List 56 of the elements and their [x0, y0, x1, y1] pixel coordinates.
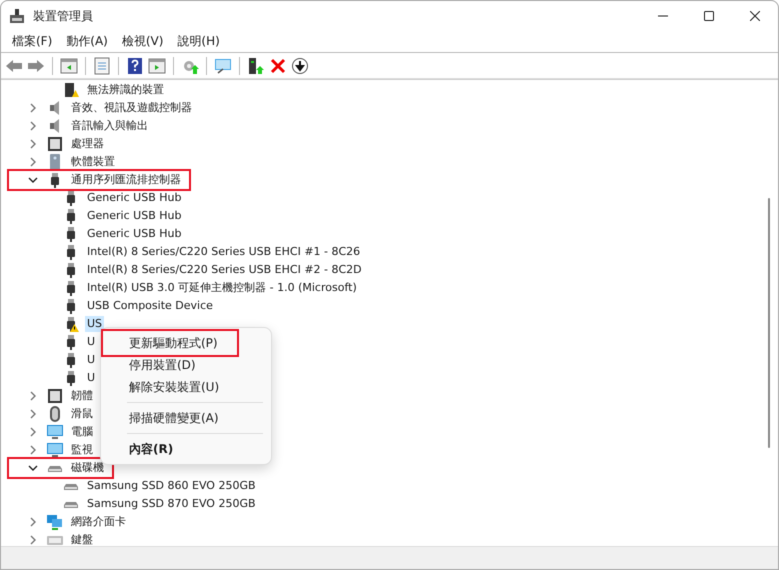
scrollbar[interactable] — [768, 198, 770, 448]
warning-device-icon — [63, 82, 79, 98]
tree-item[interactable]: 韌體 — [69, 388, 95, 404]
tree-item[interactable]: 軟體裝置 — [69, 154, 117, 170]
maximize-icon[interactable] — [704, 11, 714, 21]
tree-item[interactable]: Samsung SSD 870 EVO 250GB — [85, 496, 258, 512]
device-icon — [47, 154, 63, 170]
menu-item[interactable]: 檔案(F) — [5, 33, 60, 50]
tree-item[interactable]: 滑鼠 — [69, 406, 95, 422]
tree-item[interactable]: Intel(R) USB 3.0 可延伸主機控制器 - 1.0 (Microsoft) — [85, 280, 359, 296]
tree-item[interactable]: US — [85, 316, 104, 332]
tree-item[interactable]: Generic USB Hub — [85, 208, 184, 224]
tree-item[interactable]: Intel(R) 8 Series/C220 Series USB EHCI #1 - 8C26 — [85, 244, 362, 260]
menu-item[interactable]: 動作(A) — [59, 33, 115, 50]
tree-item[interactable]: 音訊輸入與輸出 — [69, 118, 150, 134]
tree-item[interactable]: Samsung SSD 860 EVO 250GB — [85, 478, 258, 494]
device-update-icon[interactable] — [247, 56, 265, 74]
menu-item[interactable]: 內容(R) — [129, 440, 174, 458]
device-icon — [47, 388, 63, 404]
device-icon — [47, 442, 63, 458]
tree-item[interactable]: 處理器 — [69, 136, 106, 152]
tree-item[interactable]: Generic USB Hub — [85, 190, 184, 206]
download-icon[interactable] — [291, 56, 309, 74]
tree-item[interactable]: 鍵盤 — [69, 532, 95, 546]
menu-item[interactable]: 檢視(V) — [114, 33, 170, 50]
tree-item[interactable]: 網路介面卡 — [69, 514, 128, 530]
tree-item[interactable]: U — [85, 334, 98, 350]
window-icon[interactable] — [60, 56, 78, 74]
device-icon — [47, 514, 63, 530]
tree-item[interactable]: 音效、視訊及遊戲控制器 — [69, 100, 194, 116]
tree-item[interactable]: U — [85, 352, 98, 368]
document-icon[interactable] — [93, 56, 111, 74]
tree-item[interactable]: 無法辨識的裝置 — [85, 82, 166, 98]
tree-item[interactable]: 監視 — [69, 442, 95, 458]
device-icon — [47, 406, 63, 422]
monitor-icon[interactable] — [214, 56, 232, 74]
app-icon — [9, 8, 25, 24]
close-icon[interactable] — [750, 11, 760, 21]
delete-icon[interactable] — [269, 56, 287, 74]
device-icon — [47, 136, 63, 152]
window-icon[interactable] — [148, 56, 166, 74]
menu-item[interactable]: 掃描硬體變更(A) — [129, 410, 219, 426]
menu-item[interactable]: 停用裝置(D) — [129, 356, 196, 374]
menu-item[interactable]: 解除安裝裝置(U) — [129, 378, 220, 396]
device-icon — [47, 424, 63, 440]
menu-item[interactable]: 說明(H) — [170, 33, 227, 50]
tree-item[interactable]: 磁碟機 — [69, 460, 106, 476]
tree-item[interactable]: U — [85, 370, 98, 386]
menu-item[interactable]: 更新驅動程式(P) — [129, 334, 218, 352]
tree-item[interactable]: 電腦 — [69, 424, 95, 440]
help-icon[interactable] — [126, 56, 144, 74]
tree-item[interactable]: 通用序列匯流排控制器 — [69, 172, 183, 188]
tree-item[interactable]: USB Composite Device — [85, 298, 215, 314]
tree-item[interactable]: Generic USB Hub — [85, 226, 184, 242]
window-title: 裝置管理員 — [33, 8, 93, 24]
tree-item[interactable]: Intel(R) 8 Series/C220 Series USB EHCI #2 - 8C2D — [85, 262, 364, 278]
